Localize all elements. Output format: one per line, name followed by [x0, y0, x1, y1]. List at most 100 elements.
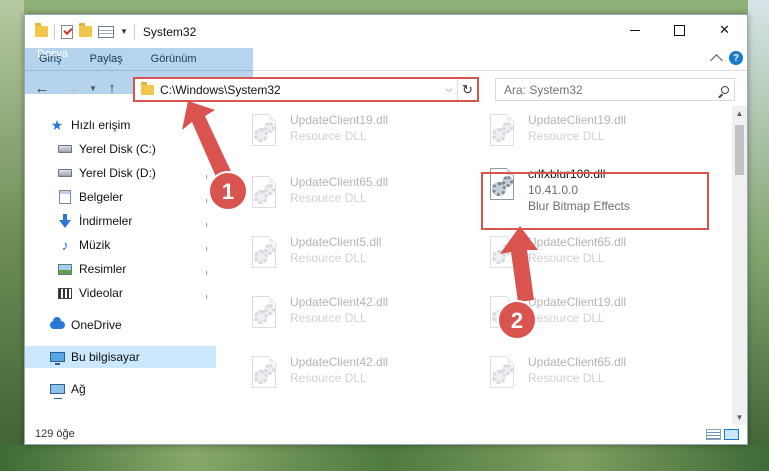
minimize-button[interactable]	[612, 15, 657, 45]
file-item[interactable]: UpdateClient42.dll Resource DLL	[242, 294, 470, 340]
dll-file-icon	[246, 236, 282, 276]
music-icon: ♪	[61, 237, 69, 253]
address-bar[interactable]: C:\Windows\System32 ⌵ ↻	[133, 77, 479, 102]
search-input[interactable]	[504, 82, 716, 97]
details-view-icon[interactable]	[706, 429, 721, 440]
title-bar: ▼ System32 ✕	[25, 15, 747, 48]
pin-icon[interactable]	[204, 168, 210, 176]
file-description: Resource DLL	[528, 311, 605, 325]
file-item[interactable]: UpdateClient65.dll Resource DLL	[480, 354, 708, 400]
vertical-scrollbar[interactable]: ▲ ▼	[732, 106, 747, 425]
file-description: Resource DLL	[290, 251, 367, 265]
search-icon[interactable]	[716, 85, 734, 94]
window-title: System32	[142, 24, 197, 39]
folder-icon[interactable]	[35, 23, 48, 37]
close-button[interactable]: ✕	[702, 15, 747, 45]
file-item[interactable]: UpdateClient19.dll Resource DLL	[480, 294, 708, 340]
file-name: UpdateClient42.dll	[290, 295, 389, 309]
drive-icon	[57, 142, 73, 156]
file-description: Resource DLL	[528, 129, 605, 143]
file-description: Resource DLL	[290, 371, 367, 385]
file-item[interactable]: UpdateClient5.dll Resource DLL	[242, 234, 470, 280]
file-description: Resource DLL	[290, 191, 367, 205]
dll-file-icon	[484, 356, 520, 396]
back-arrow-icon[interactable]: ←	[31, 78, 53, 100]
address-path[interactable]: C:\Windows\System32	[160, 83, 441, 97]
star-icon: ★	[50, 117, 64, 133]
navigation-bar: ← → ▼ ↑ C:\Windows\System32 ⌵ ↻	[25, 71, 747, 106]
item-count: 129 öğe	[35, 428, 75, 440]
sidebar-item-downloads[interactable]: İndirmeler	[25, 210, 216, 232]
folder-icon	[141, 81, 154, 95]
dll-file-icon	[246, 176, 282, 216]
file-item[interactable]: UpdateClient19.dll Resource DLL	[242, 112, 470, 158]
file-name: UpdateClient19.dll	[290, 113, 389, 127]
sidebar-item-local-disk-d[interactable]: Yerel Disk (D:)	[25, 162, 216, 184]
pin-icon[interactable]	[204, 264, 210, 272]
sidebar-item-label: Bu bilgisayar	[71, 350, 140, 364]
drive-icon	[57, 166, 73, 180]
highlight-box-file	[481, 172, 709, 230]
chevron-down-icon[interactable]: ⌵	[441, 84, 457, 95]
this-pc-icon	[49, 350, 65, 365]
sidebar-item-quick-access[interactable]: ★ Hızlı erişim	[25, 114, 216, 136]
content-area: ★ Hızlı erişim Yerel Disk (C:) Yerel Dis…	[25, 106, 747, 425]
file-name: UpdateClient65.dll	[528, 235, 627, 249]
customize-view-icon[interactable]	[98, 25, 114, 38]
toolbar-dropdown-icon[interactable]: ▼	[120, 27, 128, 36]
sidebar-item-music[interactable]: ♪ Müzik	[25, 234, 216, 256]
sidebar-item-network[interactable]: Ağ	[25, 378, 216, 400]
desktop-background-right	[748, 0, 769, 471]
ribbon-tabs: Dosya Giriş Paylaş Görünüm ?	[25, 48, 747, 94]
forward-arrow-icon[interactable]: →	[61, 78, 83, 100]
download-icon	[57, 214, 73, 228]
recent-locations-icon[interactable]: ▼	[87, 78, 99, 100]
file-description: Resource DLL	[528, 251, 605, 265]
file-name: UpdateClient65.dll	[290, 175, 389, 189]
file-list: UpdateClient19.dll Resource DLL UpdateCli…	[216, 106, 732, 425]
file-description: Resource DLL	[290, 129, 367, 143]
sidebar-item-pictures[interactable]: Resimler	[25, 258, 216, 280]
dll-file-icon	[246, 356, 282, 396]
scroll-up-arrow-icon[interactable]: ▲	[732, 106, 747, 121]
onedrive-icon	[49, 317, 65, 332]
sidebar-item-onedrive[interactable]: OneDrive	[25, 314, 216, 336]
pin-icon[interactable]	[204, 192, 210, 200]
expand-ribbon-icon[interactable]	[710, 54, 723, 67]
file-name: UpdateClient5.dll	[290, 235, 382, 249]
new-folder-icon[interactable]	[79, 23, 92, 37]
refresh-icon[interactable]: ↻	[457, 79, 477, 100]
sidebar-item-local-disk-c[interactable]: Yerel Disk (C:)	[25, 138, 216, 160]
sidebar-item-documents[interactable]: Belgeler	[25, 186, 216, 208]
sidebar-item-this-pc[interactable]: Bu bilgisayar	[25, 346, 216, 368]
file-item[interactable]: UpdateClient42.dll Resource DLL	[242, 354, 470, 400]
sidebar-item-label: İndirmeler	[79, 214, 133, 228]
pin-icon[interactable]	[204, 240, 210, 248]
sidebar-item-label: OneDrive	[71, 318, 122, 332]
pin-icon[interactable]	[204, 288, 210, 296]
explorer-window: ▼ System32 ✕ Dosya Giriş Paylaş Görünüm …	[24, 14, 748, 445]
scrollbar-thumb[interactable]	[735, 125, 744, 175]
network-icon	[49, 382, 65, 399]
dll-file-icon	[246, 296, 282, 336]
help-icon[interactable]: ?	[729, 51, 743, 65]
scroll-down-arrow-icon[interactable]: ▼	[732, 410, 747, 425]
window-controls: ✕	[612, 15, 747, 48]
large-icons-view-icon[interactable]	[724, 429, 739, 440]
navigation-pane: ★ Hızlı erişim Yerel Disk (C:) Yerel Dis…	[25, 106, 216, 425]
maximize-button[interactable]	[657, 15, 702, 45]
file-item[interactable]: UpdateClient65.dll Resource DLL	[242, 174, 470, 220]
pictures-icon	[57, 262, 73, 276]
file-name: UpdateClient42.dll	[290, 355, 389, 369]
pin-icon[interactable]	[204, 216, 210, 224]
sidebar-item-videos[interactable]: Videolar	[25, 282, 216, 304]
file-item[interactable]: UpdateClient65.dll Resource DLL	[480, 234, 708, 280]
status-bar: 129 öğe	[25, 424, 747, 444]
up-arrow-icon[interactable]: ↑	[101, 78, 123, 100]
search-box[interactable]	[495, 78, 735, 101]
file-name: UpdateClient19.dll	[528, 295, 627, 309]
file-item[interactable]: UpdateClient19.dll Resource DLL	[480, 112, 708, 158]
pin-icon[interactable]	[204, 144, 210, 152]
dll-file-icon	[484, 236, 520, 276]
properties-check-icon[interactable]	[61, 24, 73, 39]
